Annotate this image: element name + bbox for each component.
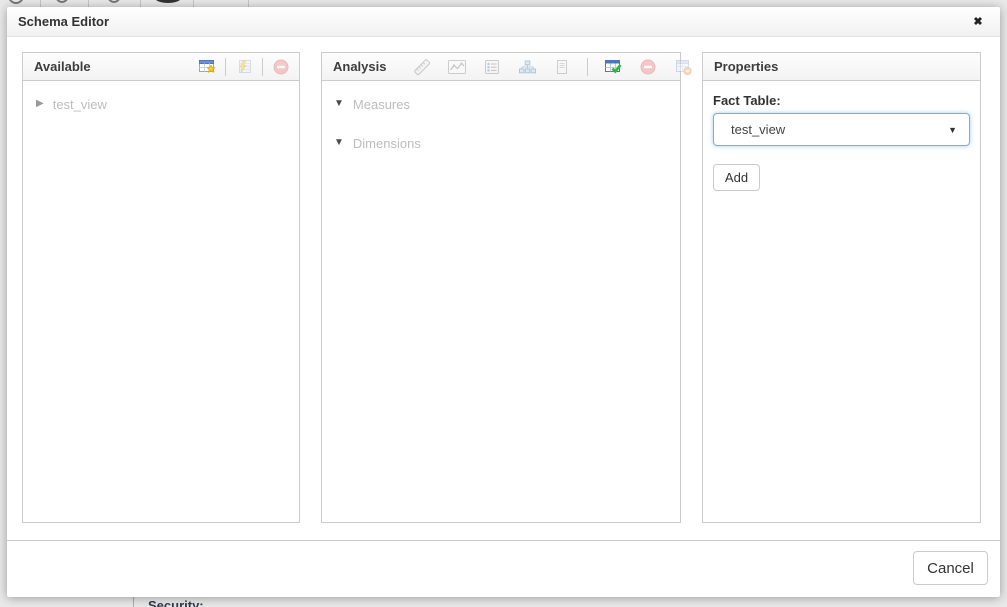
divider: [248, 0, 249, 7]
background-toolbar-strip: [0, 0, 1007, 7]
security-label: Security:: [148, 598, 204, 607]
background-circle-icon: [8, 0, 24, 4]
tree-item-test-view[interactable]: ▶ test_view: [23, 95, 299, 113]
collapse-arrow-icon[interactable]: ▼: [334, 138, 344, 148]
expand-arrow-icon[interactable]: ▶: [36, 99, 44, 109]
divider: [193, 0, 194, 7]
close-icon[interactable]: ✖: [970, 15, 986, 31]
divider: [225, 58, 226, 76]
divider: [40, 0, 41, 7]
dialog-title: Schema Editor: [18, 7, 109, 37]
analysis-panel-title: Analysis: [333, 59, 386, 74]
background-circle-icon: [55, 0, 69, 3]
document-icon[interactable]: [552, 58, 572, 76]
divider: [587, 58, 588, 76]
divider: [262, 58, 263, 76]
line-chart-icon[interactable]: [447, 58, 467, 76]
divider: [133, 597, 134, 607]
add-table-icon[interactable]: [197, 58, 217, 76]
fact-table-select[interactable]: test_view ▼: [713, 113, 970, 146]
divider: [140, 0, 141, 7]
available-panel-title: Available: [34, 59, 91, 74]
hierarchy-icon[interactable]: [517, 58, 537, 76]
remove-icon[interactable]: [638, 58, 658, 76]
background-circle-icon: [155, 0, 181, 3]
available-panel-header: Available: [23, 53, 299, 81]
divider: [88, 0, 89, 7]
section-label: Measures: [353, 97, 410, 112]
schema-editor-dialog: Schema Editor ✖ Available: [7, 7, 1000, 597]
table-check-icon[interactable]: [603, 58, 623, 76]
analysis-panel: Analysis: [321, 52, 681, 523]
properties-panel-header: Properties: [703, 53, 980, 81]
edit-table-icon[interactable]: [234, 58, 254, 76]
tree-item-label: test_view: [53, 97, 107, 112]
measure-ruler-icon[interactable]: [412, 58, 432, 76]
fact-table-selected-value: test_view: [731, 122, 948, 137]
add-button[interactable]: Add: [713, 164, 760, 191]
available-panel: Available: [22, 52, 300, 523]
table-remove-icon[interactable]: [673, 58, 693, 76]
properties-panel: Properties Fact Table: test_view ▼ Add: [702, 52, 981, 523]
background-circle-icon: [107, 0, 121, 3]
section-measures[interactable]: ▼ Measures: [322, 95, 680, 113]
list-icon[interactable]: [482, 58, 502, 76]
section-dimensions[interactable]: ▼ Dimensions: [322, 134, 680, 152]
cancel-button[interactable]: Cancel: [913, 551, 988, 585]
divider: [7, 540, 1000, 541]
collapse-arrow-icon[interactable]: ▼: [334, 99, 344, 109]
fact-table-label: Fact Table:: [713, 93, 781, 108]
section-label: Dimensions: [353, 136, 421, 151]
chevron-down-icon: ▼: [948, 125, 957, 135]
properties-panel-title: Properties: [714, 59, 778, 74]
dialog-header: Schema Editor ✖: [7, 7, 1000, 37]
background-page-strip: Security:: [0, 597, 1007, 607]
analysis-panel-header: Analysis: [322, 53, 680, 81]
remove-icon[interactable]: [271, 58, 291, 76]
